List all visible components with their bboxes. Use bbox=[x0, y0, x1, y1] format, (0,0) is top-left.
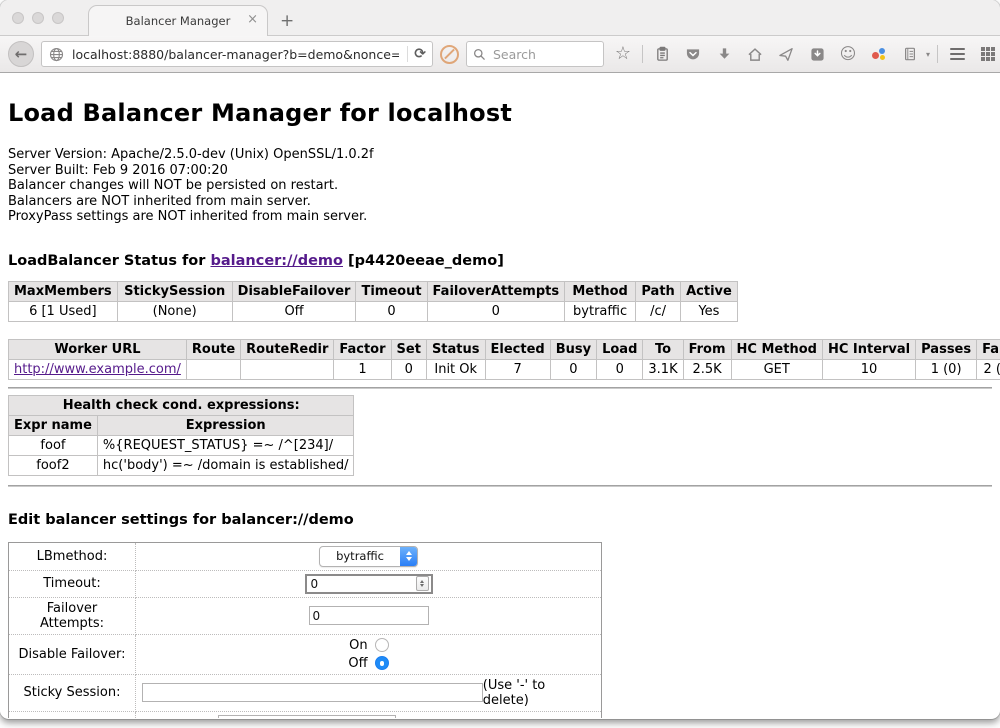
search-input[interactable] bbox=[491, 46, 597, 63]
page-content: Load Balancer Manager for localhost Serv… bbox=[0, 73, 1000, 718]
tab-groups-grid-icon[interactable] bbox=[976, 41, 1000, 67]
add-worker-label: Add New Worker: bbox=[9, 711, 136, 718]
feedback-smiley-icon[interactable]: ☺ bbox=[836, 41, 860, 67]
disable-failover-on-radio[interactable] bbox=[375, 638, 389, 652]
clipboard-icon[interactable] bbox=[650, 41, 674, 67]
timeout-row: Timeout: 0 bbox=[9, 570, 602, 597]
navigation-toolbar: ← ⟳ ☆ bbox=[0, 36, 1000, 73]
sticky-session-input[interactable] bbox=[142, 683, 483, 702]
worker-header-row: Worker URL Route RouteRedir Factor Set S… bbox=[9, 339, 1000, 359]
balancer-demo-link[interactable]: balancer://demo bbox=[210, 253, 343, 269]
search-bar[interactable] bbox=[466, 41, 604, 67]
disable-failover-label: Disable Failover: bbox=[9, 634, 136, 674]
add-worker-row: Add New Worker: Are you sure? bbox=[9, 711, 602, 718]
divider-after-health bbox=[8, 485, 992, 487]
sticky-session-row: Sticky Session: (Use '-' to delete) bbox=[9, 674, 602, 711]
health-header-row: Expr name Expression bbox=[9, 415, 354, 435]
are-you-sure-checkbox[interactable] bbox=[506, 718, 519, 719]
lbmethod-label: LBmethod: bbox=[9, 542, 136, 570]
menu-hamburger-icon[interactable] bbox=[945, 41, 969, 67]
tab-close-icon[interactable]: × bbox=[247, 13, 258, 27]
sticky-session-hint: (Use '-' to delete) bbox=[483, 678, 595, 708]
content-blocked-icon[interactable] bbox=[440, 45, 459, 64]
pocket-icon[interactable] bbox=[681, 41, 705, 67]
toolbar-separator-2 bbox=[937, 45, 938, 63]
failover-attempts-label: Failover Attempts: bbox=[9, 597, 136, 634]
worker-data-row: http://www.example.com/ 1 0 Init Ok 7 0 … bbox=[9, 359, 1000, 379]
server-built-line: Server Built: Feb 9 2016 07:00:20 bbox=[8, 163, 992, 179]
toolbar-separator bbox=[642, 45, 643, 63]
select-stepper-icon bbox=[400, 547, 417, 566]
lbmethod-row: LBmethod: bytraffic bbox=[9, 542, 602, 570]
close-window-button[interactable] bbox=[12, 12, 24, 24]
lbmethod-select[interactable]: bytraffic bbox=[319, 546, 418, 567]
failover-attempts-row: Failover Attempts: bbox=[9, 597, 602, 634]
minimize-window-button[interactable] bbox=[32, 12, 44, 24]
sticky-session-label: Sticky Session: bbox=[9, 674, 136, 711]
health-check-table: Health check cond. expressions: Expr nam… bbox=[8, 395, 354, 476]
proxypass-note-line: ProxyPass settings are NOT inherited fro… bbox=[8, 209, 992, 225]
failover-attempts-input[interactable] bbox=[309, 606, 429, 625]
health-title-row: Health check cond. expressions: bbox=[9, 395, 354, 415]
loadbalancer-status-heading: LoadBalancer Status for balancer://demo … bbox=[8, 225, 992, 269]
url-bar[interactable]: ⟳ bbox=[41, 41, 433, 67]
health-row-foof: foof %{REQUEST_STATUS} =~ /^[234]/ bbox=[9, 435, 354, 455]
search-icon bbox=[473, 48, 486, 61]
worker-url-link[interactable]: http://www.example.com/ bbox=[14, 362, 181, 377]
edit-settings-heading: Edit balancer settings for balancer://de… bbox=[8, 493, 992, 528]
tab-bar: Balancer Manager × + bbox=[0, 0, 1000, 36]
radio-on-label: On bbox=[348, 638, 367, 653]
add-worker-input[interactable] bbox=[218, 715, 396, 719]
edit-balancer-form: LBmethod: bytraffic Timeout: 0 bbox=[8, 542, 602, 719]
health-row-foof2: foof2 hc('body') =~ /domain is establish… bbox=[9, 455, 354, 475]
send-telemetry-icon[interactable] bbox=[774, 41, 798, 67]
back-button[interactable]: ← bbox=[8, 41, 34, 67]
persist-note-line: Balancer changes will NOT be persisted o… bbox=[8, 178, 992, 194]
tab-title: Balancer Manager bbox=[126, 14, 231, 28]
notes-dropdown-caret[interactable]: ▾ bbox=[926, 50, 930, 59]
server-version-line: Server Version: Apache/2.5.0-dev (Unix) … bbox=[8, 147, 992, 163]
browser-window: Balancer Manager × + ← ⟳ ☆ bbox=[0, 0, 1000, 719]
reload-icon[interactable]: ⟳ bbox=[414, 46, 426, 62]
worker-table: Worker URL Route RouteRedir Factor Set S… bbox=[8, 339, 1000, 380]
globe-icon[interactable] bbox=[48, 41, 64, 67]
zoom-window-button[interactable] bbox=[52, 12, 64, 24]
download-icon[interactable] bbox=[712, 41, 736, 67]
tab-balancer-manager[interactable]: Balancer Manager × bbox=[88, 5, 268, 36]
radio-off-label: Off bbox=[348, 656, 367, 671]
balancer-status-data-row: 6 [1 Used] (None) Off 0 0 bytraffic /c/ … bbox=[9, 301, 738, 321]
home-icon[interactable] bbox=[743, 41, 767, 67]
divider-after-workers bbox=[8, 387, 992, 389]
balancer-status-header-row: MaxMembers StickySession DisableFailover… bbox=[9, 281, 738, 301]
bookmark-star-icon[interactable]: ☆ bbox=[611, 41, 635, 67]
balancer-status-table: MaxMembers StickySession DisableFailover… bbox=[8, 281, 738, 322]
inherit-note-line: Balancers are NOT inherited from main se… bbox=[8, 194, 992, 210]
disable-failover-off-radio[interactable] bbox=[375, 656, 389, 670]
url-input[interactable] bbox=[70, 46, 401, 63]
save-to-device-icon[interactable] bbox=[805, 41, 829, 67]
notes-icon[interactable] bbox=[898, 41, 922, 67]
are-you-sure-label: Are you sure? bbox=[406, 717, 495, 719]
timeout-label: Timeout: bbox=[9, 570, 136, 597]
urlbar-divider bbox=[407, 46, 408, 62]
window-controls bbox=[12, 12, 64, 24]
number-stepper-icon[interactable] bbox=[416, 576, 429, 591]
server-info: Server Version: Apache/2.5.0-dev (Unix) … bbox=[8, 147, 992, 225]
colored-dots-icon[interactable] bbox=[867, 41, 891, 67]
disable-failover-row: Disable Failover: On Off bbox=[9, 634, 602, 674]
new-tab-button[interactable]: + bbox=[280, 11, 294, 31]
timeout-input[interactable]: 0 bbox=[305, 574, 433, 594]
page-title: Load Balancer Manager for localhost bbox=[8, 73, 992, 127]
